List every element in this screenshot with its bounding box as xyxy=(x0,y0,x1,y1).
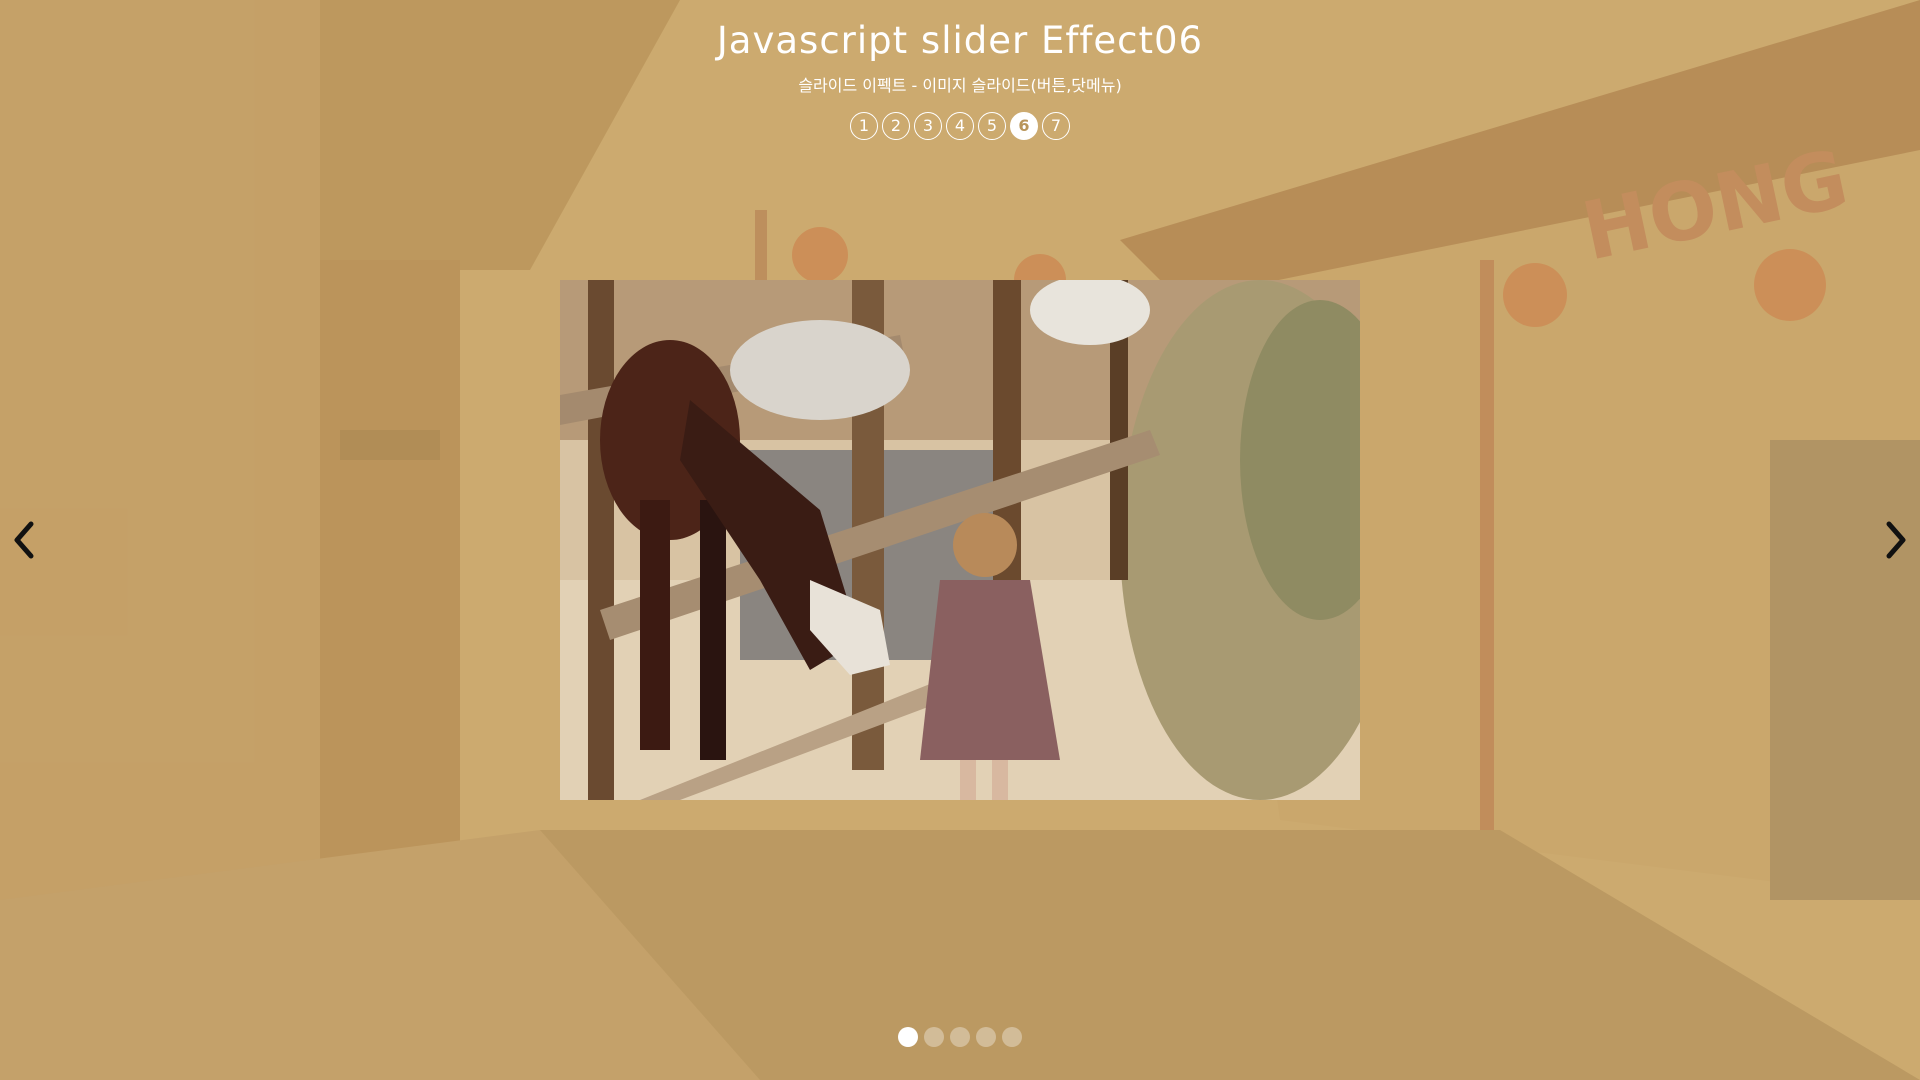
next-arrow-button[interactable] xyxy=(1872,516,1920,564)
image-slider xyxy=(560,280,1360,800)
slide-dot-1[interactable] xyxy=(898,1027,918,1047)
slide-image-girl-and-horse xyxy=(560,280,1360,800)
page-header: Javascript slider Effect06 슬라이드 이펙트 - 이미… xyxy=(0,0,1920,140)
effect-button-2[interactable]: 2 xyxy=(882,112,910,140)
slide-dot-5[interactable] xyxy=(1002,1027,1022,1047)
slide-dot-3[interactable] xyxy=(950,1027,970,1047)
effect-button-5[interactable]: 5 xyxy=(978,112,1006,140)
effect-button-4[interactable]: 4 xyxy=(946,112,974,140)
page-subtitle: 슬라이드 이펙트 - 이미지 슬라이드(버튼,닷메뉴) xyxy=(798,76,1122,95)
chevron-right-icon xyxy=(1886,521,1906,559)
slide-dot-4[interactable] xyxy=(976,1027,996,1047)
chevron-left-icon xyxy=(14,521,34,559)
prev-arrow-button[interactable] xyxy=(0,516,48,564)
effect-button-1[interactable]: 1 xyxy=(850,112,878,140)
page-title: Javascript slider Effect06 xyxy=(716,19,1204,62)
slide-dot-2[interactable] xyxy=(924,1027,944,1047)
effect-button-6[interactable]: 6 xyxy=(1010,112,1038,140)
effect-button-7[interactable]: 7 xyxy=(1042,112,1070,140)
effect-nav: 1 2 3 4 5 6 7 xyxy=(0,112,1920,140)
slide-dots xyxy=(0,1027,1920,1047)
effect-button-3[interactable]: 3 xyxy=(914,112,942,140)
